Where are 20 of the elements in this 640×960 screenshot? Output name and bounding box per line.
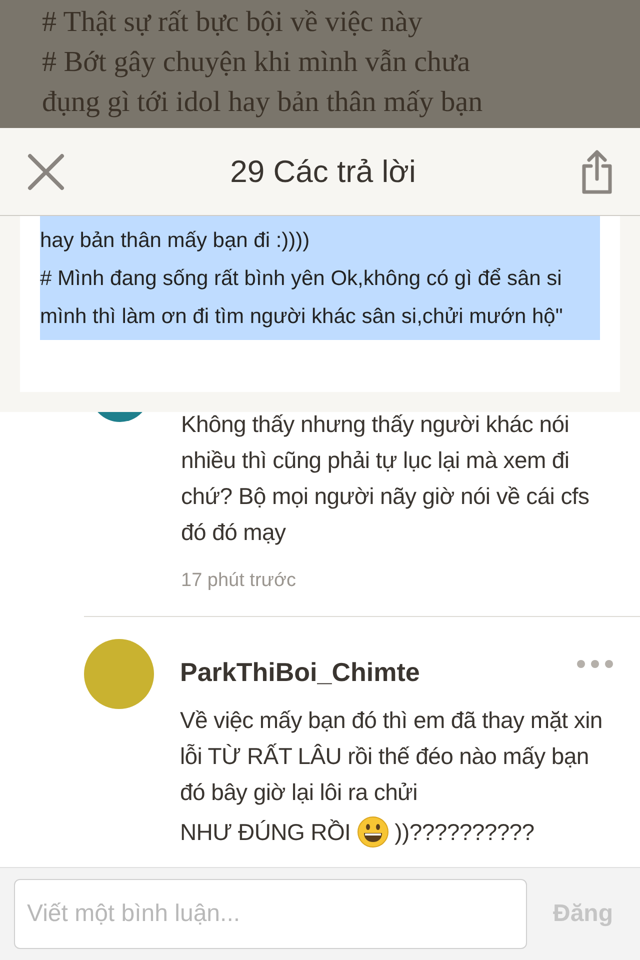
share-icon xyxy=(580,148,614,194)
header-title: 29 Các trả lời xyxy=(230,154,416,190)
comment-time: 17 phút trước xyxy=(181,570,297,592)
article-text: # Thật sự rất bực bội về việc này xyxy=(42,5,424,40)
quoted-text: hay bản thân mấy bạn đi :)))) xyxy=(40,228,311,254)
share-button[interactable] xyxy=(580,148,614,194)
author-name[interactable]: ParkThiBoi_Chimte xyxy=(180,657,420,688)
comment-text: NHƯ ĐÚNG RỒI xyxy=(180,818,351,847)
comment-text: Không thấy nhưng thấy người khác nói nhiều thì cũng phải tự lục lại mà xem đi chứ? Bộ mọi người nãy giờ nói về cái cfs đó đó mạy xyxy=(181,412,590,547)
more-icon xyxy=(576,659,614,669)
grinning-face-icon xyxy=(356,816,389,848)
comment-text: Về việc mấy bạn đó thì em đã thay mặt xin lỗi TỪ RẤT LÂU rồi thế đéo nào mấy bạn đó bây giờ lại lôi ra chửi xyxy=(180,706,604,807)
comment-input-field[interactable]: Viết một bình luận... xyxy=(14,879,527,949)
quoted-text: # Mình đang sống rất bình yên Ok,không có gì để sân si mình thì làm ơn đi tìm người khác sân si,chửi mướn hộ" xyxy=(40,266,564,330)
article-text: đụng gì tới idol hay bản thân mấy bạn xyxy=(42,85,484,120)
close-icon xyxy=(26,152,66,192)
close-button[interactable] xyxy=(26,152,66,192)
more-button[interactable] xyxy=(576,659,614,669)
article-text: # Bớt gây chuyện khi mình vẫn chưa xyxy=(42,45,472,80)
comment-text: ))?????????? xyxy=(394,818,534,847)
